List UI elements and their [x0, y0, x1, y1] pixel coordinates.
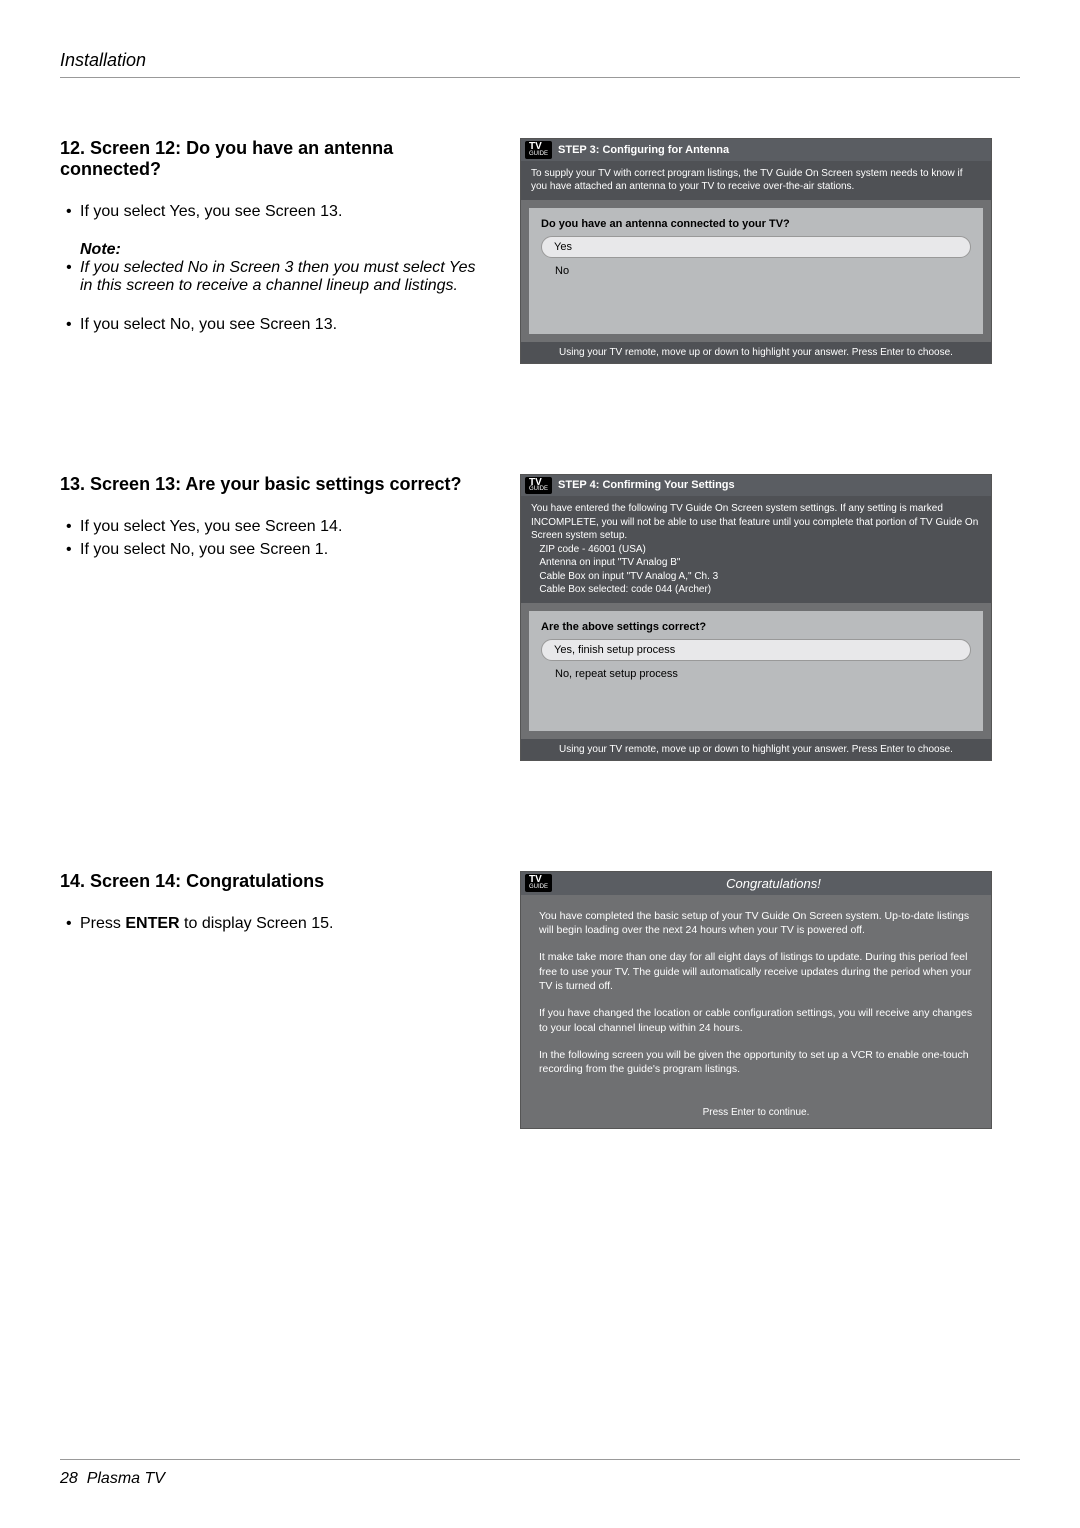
section-13: 13. Screen 13: Are your basic settings c…: [60, 474, 1020, 761]
bullet-item: If you select No, you see Screen 13.: [80, 313, 490, 336]
screenshot-info: You have entered the following TV Guide …: [521, 496, 991, 603]
note-item: If you selected No in Screen 3 then you …: [80, 259, 490, 295]
bullet-item: If you select Yes, you see Screen 14.: [80, 515, 490, 538]
screenshot-screen12: TVGUIDE STEP 3: Configuring for Antenna …: [520, 138, 992, 364]
bullet-item: If you select Yes, you see Screen 13.: [80, 200, 490, 223]
screenshot-footer: Using your TV remote, move up or down to…: [521, 739, 991, 760]
screenshot-screen13: TVGUIDE STEP 4: Confirming Your Settings…: [520, 474, 992, 761]
page-footer: 28 Plasma TV: [60, 1459, 1020, 1488]
tv-option-no-repeat[interactable]: No, repeat setup process: [541, 664, 971, 684]
screenshot-congrats-body: You have completed the basic setup of yo…: [521, 895, 991, 1103]
tv-guide-logo: TVGUIDE: [525, 141, 552, 159]
screenshot-step-title: STEP 3: Configuring for Antenna: [558, 144, 729, 156]
bullet-item: If you select No, you see Screen 1.: [80, 538, 490, 561]
screenshot-footer: Using your TV remote, move up or down to…: [521, 342, 991, 363]
screenshot-step-title: STEP 4: Confirming Your Settings: [558, 479, 735, 491]
section-title: 14. Screen 14: Congratulations: [60, 871, 490, 892]
tv-option-yes[interactable]: Yes: [541, 236, 971, 258]
page-header: Installation: [60, 50, 1020, 78]
tv-guide-logo: TVGUIDE: [525, 874, 552, 892]
tv-guide-logo: TVGUIDE: [525, 477, 552, 495]
section-14: 14. Screen 14: Congratulations Press ENT…: [60, 871, 1020, 1129]
tv-option-no[interactable]: No: [541, 261, 971, 281]
screenshot-question: Do you have an antenna connected to your…: [541, 218, 971, 230]
screenshot-congrats-title: Congratulations!: [556, 872, 991, 895]
manual-page: Installation 12. Screen 12: Do you have …: [0, 0, 1080, 1528]
screenshot-info: To supply your TV with correct program l…: [521, 161, 991, 200]
screenshot-screen14: TVGUIDE Congratulations! You have comple…: [520, 871, 992, 1129]
section-title: 13. Screen 13: Are your basic settings c…: [60, 474, 490, 495]
note-label: Note:: [80, 241, 490, 259]
section-12: 12. Screen 12: Do you have an antenna co…: [60, 138, 1020, 364]
tv-option-yes-finish[interactable]: Yes, finish setup process: [541, 639, 971, 661]
bullet-item: Press ENTER to display Screen 15.: [80, 912, 490, 935]
screenshot-question: Are the above settings correct?: [541, 621, 971, 633]
section-title: 12. Screen 12: Do you have an antenna co…: [60, 138, 490, 180]
screenshot-congrats-footer: Press Enter to continue.: [521, 1103, 991, 1128]
